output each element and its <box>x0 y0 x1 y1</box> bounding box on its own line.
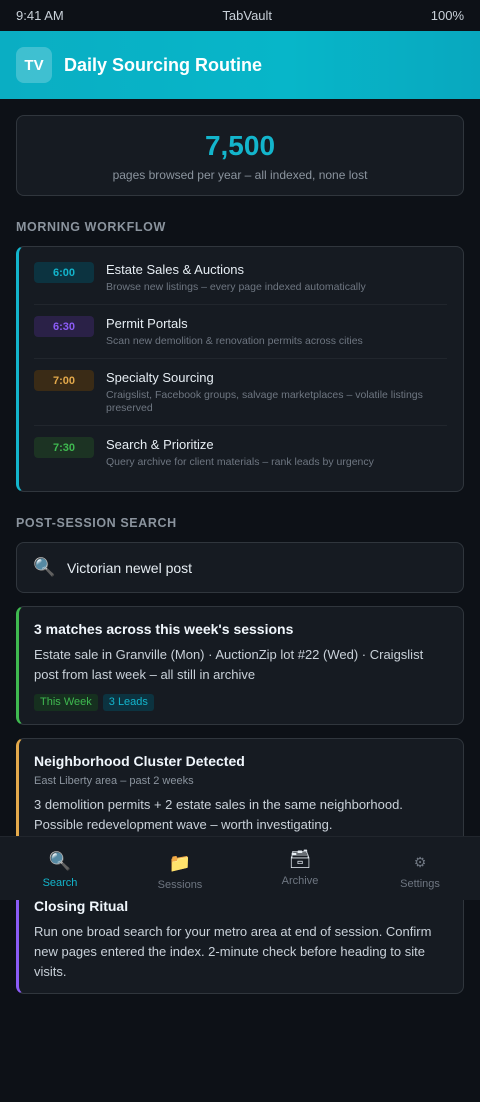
status-app-name: TabVault <box>222 8 273 23</box>
stat-value: 7,500 <box>204 129 276 161</box>
bottom-nav: 🔍 Search 📁 Sessions 🗃 Archive ⚙ Settings <box>0 836 480 900</box>
post-search-heading: POST-SESSION SEARCH <box>16 516 177 530</box>
cluster-subtitle: East Liberty area – past 2 weeks <box>34 775 194 787</box>
time-badge: 7:00 <box>34 370 94 391</box>
status-battery: 100% <box>430 8 464 23</box>
time-badge: 6:00 <box>34 262 94 283</box>
workflow-item-desc: Craigslist, Facebook groups, salvage mar… <box>106 389 423 414</box>
nav-label: Search <box>42 877 78 889</box>
archive-box-icon: 🗃 <box>288 849 312 869</box>
workflow-item-title: Permit Portals <box>106 316 188 331</box>
search-icon: 🔍 <box>48 851 72 871</box>
workflow-item-desc: Browse new listings – every page indexed… <box>106 281 366 293</box>
workflow-item-title: Specialty Sourcing <box>106 370 214 385</box>
result-desc: Estate sale in Granville (Mon) · Auction… <box>34 647 424 682</box>
workflow-item[interactable]: 6:30 Permit Portals Scan new demolition … <box>34 305 447 359</box>
nav-sessions[interactable]: 📁 Sessions <box>120 837 240 900</box>
nav-label: Sessions <box>157 879 203 891</box>
page-title: Daily Sourcing Routine <box>64 54 263 75</box>
time-badge: 7:30 <box>34 437 94 458</box>
workflow-item-title: Estate Sales & Auctions <box>106 262 245 277</box>
nav-archive[interactable]: 🗃 Archive <box>240 837 360 900</box>
nav-label: Archive <box>281 875 319 887</box>
status-bar: 9:41 AM TabVault 100% <box>0 0 480 31</box>
stat-card: 7,500 pages browsed per year – all index… <box>16 115 464 196</box>
search-input[interactable]: 🔍 Victorian newel post <box>16 542 464 593</box>
app-logo: TV <box>16 47 52 83</box>
closing-title: Closing Ritual <box>34 898 129 914</box>
workflow-heading: MORNING WORKFLOW <box>16 220 166 234</box>
result-title: 3 matches across this week's sessions <box>34 621 294 637</box>
stat-label: pages browsed per year – all indexed, no… <box>112 167 368 182</box>
closing-desc: Run one broad search for your metro area… <box>34 924 432 979</box>
nav-search[interactable]: 🔍 Search <box>0 837 120 900</box>
cluster-title: Neighborhood Cluster Detected <box>34 753 245 769</box>
folder-icon: 📁 <box>168 853 192 873</box>
workflow-card: 6:00 Estate Sales & Auctions Browse new … <box>16 246 464 492</box>
search-icon: 🔍 <box>33 557 56 577</box>
status-time: 9:41 AM <box>16 8 64 23</box>
app-header: TV Daily Sourcing Routine <box>0 31 480 99</box>
cluster-desc: 3 demolition permits + 2 estate sales in… <box>34 797 403 832</box>
workflow-item-title: Search & Prioritize <box>106 437 214 452</box>
cluster-card[interactable]: Neighborhood Cluster Detected East Liber… <box>16 738 464 850</box>
time-badge: 6:30 <box>34 316 94 337</box>
workflow-item[interactable]: 7:30 Search & Prioritize Query archive f… <box>34 426 447 479</box>
workflow-item-desc: Scan new demolition & renovation permits… <box>106 335 363 347</box>
search-result-card[interactable]: 3 matches across this week's sessions Es… <box>16 606 464 725</box>
workflow-item[interactable]: 7:00 Specialty Sourcing Craigslist, Face… <box>34 359 447 426</box>
search-query[interactable]: Victorian newel post <box>67 560 192 576</box>
nav-label: Settings <box>400 878 440 890</box>
tag-this-week: This Week <box>34 694 98 711</box>
gear-icon: ⚙ <box>413 854 427 870</box>
tag-leads: 3 Leads <box>102 694 154 711</box>
nav-settings[interactable]: ⚙ Settings <box>360 837 480 900</box>
workflow-item[interactable]: 6:00 Estate Sales & Auctions Browse new … <box>34 261 447 305</box>
workflow-item-desc: Query archive for client materials – ran… <box>106 456 374 468</box>
